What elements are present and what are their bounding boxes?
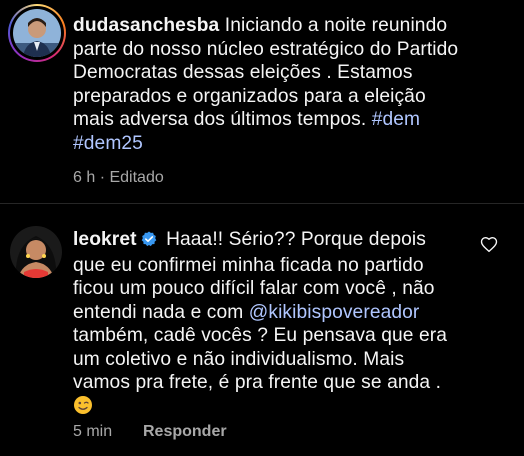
- caption-line: mais adversa dos últimos tempos.: [73, 109, 367, 130]
- profile-photo-icon: [13, 9, 61, 57]
- reply-button-label[interactable]: Responder: [143, 423, 227, 440]
- avatar[interactable]: [10, 226, 62, 278]
- reply-line: vamos pra frete, é pra frente que se and…: [73, 372, 442, 393]
- edited-label: Editado: [109, 169, 164, 186]
- mention-link[interactable]: @kikibispovereador: [249, 302, 420, 323]
- caption-line: Democratas dessas eleições . Estamos: [73, 62, 413, 83]
- reply-text: leokret Haaa!! Sério?? Porque depois que…: [73, 228, 483, 418]
- meta-separator: ·: [99, 169, 106, 186]
- reply-line: também, cadê vocês ? Eu pensava que era: [73, 325, 448, 346]
- avatar[interactable]: [13, 9, 61, 57]
- caption-timestamp: 6 h: [73, 169, 96, 186]
- reply-meta: 5 min: [73, 423, 112, 441]
- reply-line: que eu confirmei minha ficada no partido: [73, 254, 424, 276]
- caption-line: Iniciando a noite reunindo: [224, 15, 448, 36]
- reply-line: Haaa!! Sério?? Porque depois: [166, 229, 426, 250]
- caption-username[interactable]: dudasanchesba: [73, 15, 219, 36]
- caption-text: dudasanchesba Iniciando a noite reunindo…: [73, 14, 513, 155]
- profile-photo-icon: [10, 226, 62, 278]
- hashtag-link[interactable]: #dem25: [73, 133, 143, 154]
- caption-comment: dudasanchesba Iniciando a noite reunindo…: [0, 0, 524, 200]
- hashtag-link[interactable]: #dem: [372, 109, 420, 130]
- verified-badge-icon: [141, 230, 157, 254]
- avatar-story-ring[interactable]: [8, 4, 66, 62]
- wink-emoji-icon: [73, 395, 93, 415]
- reply-line: um coletivo e não individualismo. Mais: [73, 348, 405, 370]
- reply-timestamp: 5 min: [73, 423, 113, 440]
- reply-button[interactable]: Responder: [143, 423, 227, 441]
- caption-meta: 6 h · Editado: [73, 169, 164, 187]
- caption-line: parte do nosso núcleo estratégico do Par…: [73, 38, 459, 60]
- reply-line: ficou um pouco difícil falar com você , …: [73, 278, 435, 299]
- reply-comment: leokret Haaa!! Sério?? Porque depois que…: [0, 204, 524, 456]
- like-heart-icon[interactable]: [480, 236, 498, 254]
- caption-line: preparados e organizados para a eleição: [73, 85, 426, 107]
- reply-line: entendi nada e com: [73, 301, 244, 323]
- reply-username[interactable]: leokret: [73, 229, 137, 250]
